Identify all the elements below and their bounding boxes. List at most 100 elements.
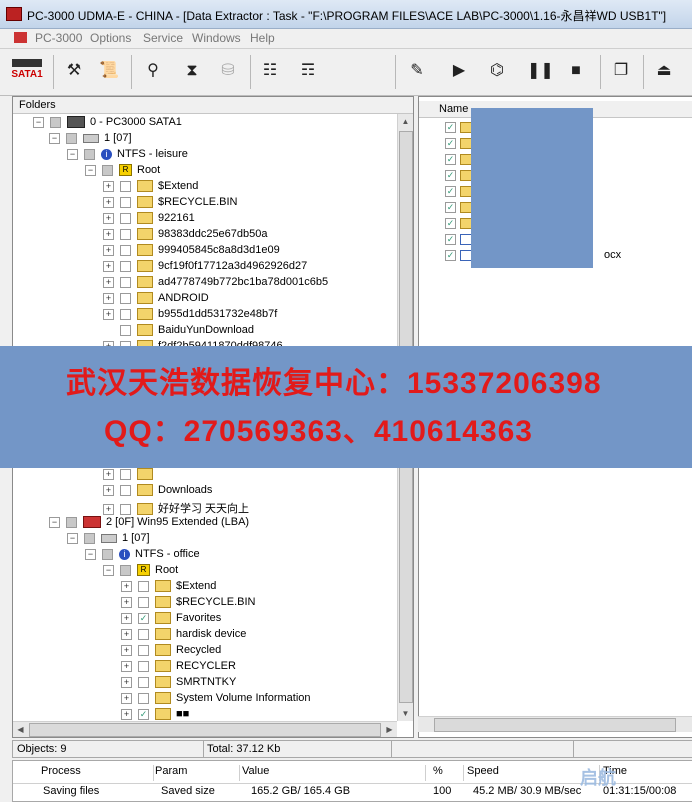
tree-node[interactable]: + $Extend bbox=[121, 580, 216, 596]
tree-checkbox[interactable] bbox=[138, 692, 149, 704]
expand-icon[interactable]: + bbox=[103, 196, 114, 208]
file-checkbox[interactable]: ✓ bbox=[445, 249, 456, 261]
windows-icon[interactable]: ❐ bbox=[609, 59, 633, 83]
expand-icon[interactable]: + bbox=[103, 244, 114, 256]
file-checkbox[interactable]: ✓ bbox=[445, 169, 456, 181]
play-icon[interactable]: ▶ bbox=[447, 59, 471, 83]
tree-node[interactable]: − 1 [07] bbox=[49, 132, 132, 148]
tree-node[interactable]: BaiduYunDownload bbox=[103, 324, 254, 340]
tree-checkbox[interactable] bbox=[120, 484, 131, 496]
expand-icon[interactable]: + bbox=[121, 644, 132, 656]
tree-node[interactable]: +922161 bbox=[103, 212, 195, 228]
tree-checkbox[interactable] bbox=[120, 308, 131, 320]
stop-icon[interactable]: ■ bbox=[564, 59, 588, 83]
collapse-icon[interactable]: − bbox=[49, 132, 60, 144]
sata1-button[interactable]: SATA1 bbox=[8, 55, 46, 89]
tree-b-icon[interactable]: ☶ bbox=[296, 59, 320, 83]
tree-checkbox[interactable] bbox=[120, 292, 131, 304]
tree-node[interactable]: − 0 - PC3000 SATA1 bbox=[33, 116, 182, 132]
collapse-icon[interactable]: − bbox=[85, 548, 96, 560]
file-row[interactable]: ✓ bbox=[445, 185, 474, 199]
collapse-icon[interactable]: − bbox=[103, 564, 114, 576]
network-icon[interactable]: ⌬ bbox=[485, 59, 509, 83]
menu-options[interactable]: Options bbox=[90, 31, 131, 45]
tree-node[interactable]: + Recycled bbox=[121, 644, 221, 660]
scroll-thumb[interactable] bbox=[434, 718, 676, 732]
tree-node[interactable]: + SMRTNTKY bbox=[121, 676, 236, 692]
tree-node[interactable]: + RECYCLER bbox=[121, 660, 236, 676]
collapse-icon[interactable]: − bbox=[33, 116, 44, 128]
expand-icon[interactable]: + bbox=[121, 612, 132, 624]
expand-icon[interactable]: + bbox=[103, 212, 114, 224]
menu-pc3000[interactable]: PC-3000 bbox=[35, 31, 82, 45]
tree-node[interactable]: − 2 [0F] Win95 Extended (LBA) bbox=[49, 516, 249, 532]
collapse-icon[interactable]: − bbox=[67, 148, 78, 160]
file-row[interactable]: ✓ bbox=[445, 233, 474, 247]
tree-node[interactable]: + b955d1dd531732e48b7f bbox=[103, 308, 277, 324]
tree-node[interactable]: + 好好学习 天天向上 bbox=[103, 500, 249, 516]
file-row[interactable]: ✓ bbox=[445, 121, 474, 135]
tree-checkbox[interactable] bbox=[138, 596, 149, 608]
exit-icon[interactable]: ⏏ bbox=[652, 59, 676, 83]
tree-node[interactable]: + $RECYCLE.BIN bbox=[103, 196, 237, 212]
tree-node[interactable]: − R Root bbox=[85, 164, 160, 180]
tree-checkbox[interactable] bbox=[120, 276, 131, 288]
tree-checkbox[interactable] bbox=[138, 580, 149, 592]
tree-node[interactable]: +9cf19f0f17712a3d4962926d27 bbox=[103, 260, 307, 276]
expand-icon[interactable]: + bbox=[103, 292, 114, 304]
tree-node[interactable]: + Downloads bbox=[103, 484, 212, 500]
tree-node[interactable]: + bbox=[103, 468, 158, 484]
collapse-icon[interactable]: − bbox=[49, 516, 60, 528]
collapse-icon[interactable]: − bbox=[67, 532, 78, 544]
file-checkbox[interactable]: ✓ bbox=[445, 185, 456, 197]
tree-checkbox[interactable] bbox=[84, 148, 95, 160]
tree-a-icon[interactable]: ☷ bbox=[258, 59, 282, 83]
expand-icon[interactable]: + bbox=[121, 580, 132, 592]
tree-checkbox[interactable] bbox=[102, 164, 113, 176]
expand-icon[interactable]: + bbox=[103, 228, 114, 240]
collapse-icon[interactable]: − bbox=[85, 164, 96, 176]
tools-icon[interactable]: ⚒ bbox=[62, 59, 86, 83]
menu-windows[interactable]: Windows bbox=[192, 31, 241, 45]
file-row[interactable]: ✓ bbox=[445, 217, 474, 231]
tree-checkbox[interactable] bbox=[120, 196, 131, 208]
edit-icon[interactable]: ✎ bbox=[405, 59, 429, 83]
pause-icon[interactable]: ❚❚ bbox=[527, 59, 554, 83]
tree-checkbox[interactable] bbox=[120, 244, 131, 256]
tree-node[interactable]: − 1 [07] bbox=[67, 532, 150, 548]
tree-node[interactable]: − i NTFS - leisure bbox=[67, 148, 188, 164]
file-row[interactable]: ✓ bbox=[445, 153, 474, 167]
file-checkbox[interactable]: ✓ bbox=[445, 201, 456, 213]
expand-icon[interactable]: + bbox=[121, 708, 132, 720]
tree-checkbox[interactable] bbox=[138, 660, 149, 672]
tree-checkbox[interactable] bbox=[120, 228, 131, 240]
menu-service[interactable]: Service bbox=[143, 31, 183, 45]
tree-checkbox[interactable] bbox=[84, 532, 95, 544]
expand-icon[interactable]: + bbox=[103, 276, 114, 288]
expand-icon[interactable]: + bbox=[103, 503, 114, 515]
file-checkbox[interactable]: ✓ bbox=[445, 153, 456, 165]
tree-checkbox[interactable] bbox=[120, 180, 131, 192]
file-checkbox[interactable]: ✓ bbox=[445, 121, 456, 133]
tree-checkbox[interactable] bbox=[120, 260, 131, 272]
tree-checkbox[interactable] bbox=[120, 503, 131, 515]
file-checkbox[interactable]: ✓ bbox=[445, 137, 456, 149]
expand-icon[interactable]: + bbox=[103, 484, 114, 496]
scroll-down-icon[interactable]: ▼ bbox=[398, 706, 413, 721]
file-row[interactable]: ✓ bbox=[445, 169, 474, 183]
tree-checkbox[interactable] bbox=[66, 132, 77, 144]
tree-node[interactable]: + hardisk device bbox=[121, 628, 246, 644]
tree-checkbox[interactable] bbox=[120, 324, 131, 336]
expand-icon[interactable]: + bbox=[103, 260, 114, 272]
expand-icon[interactable]: + bbox=[103, 180, 114, 192]
menu-app-icon[interactable] bbox=[14, 32, 27, 43]
file-row[interactable]: ✓ bbox=[445, 201, 474, 215]
tree-node[interactable]: − i NTFS - office bbox=[85, 548, 200, 564]
tree-node[interactable]: + ✓ Favorites bbox=[121, 612, 221, 628]
file-checkbox[interactable]: ✓ bbox=[445, 217, 456, 229]
scroll-right-icon[interactable]: ▶ bbox=[382, 722, 397, 737]
expand-icon[interactable]: + bbox=[121, 596, 132, 608]
scroll-thumb[interactable] bbox=[29, 723, 381, 737]
tree-checkbox[interactable] bbox=[138, 644, 149, 656]
file-checkbox[interactable]: ✓ bbox=[445, 233, 456, 245]
